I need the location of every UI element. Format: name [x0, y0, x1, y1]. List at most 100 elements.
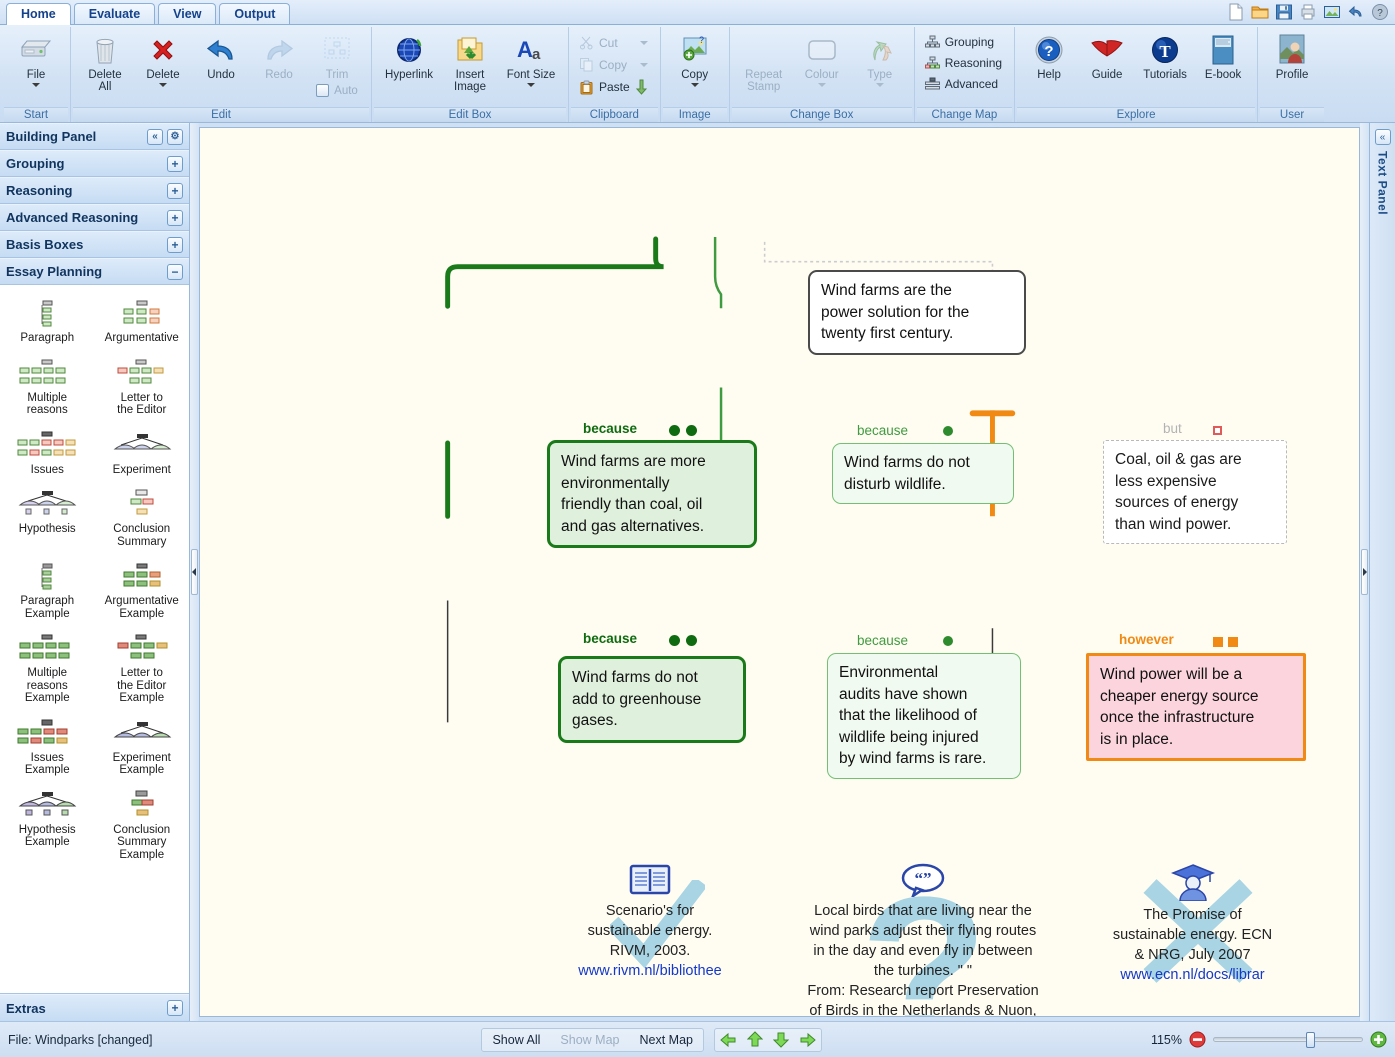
save-icon[interactable] — [1275, 3, 1293, 21]
hyperlink-button[interactable]: Hyperlink — [378, 30, 440, 84]
text-panel-label: Text Panel — [1375, 151, 1390, 216]
tab-output[interactable]: Output — [219, 3, 291, 24]
template-item-letter-editor-template[interactable]: Letter to the Editor — [95, 353, 190, 421]
template-item-label: Conclusion Summary — [113, 523, 171, 548]
advanced-button[interactable]: Advanced — [921, 74, 1008, 94]
help-icon[interactable]: ? — [1371, 3, 1389, 21]
template-item-argumentative-example[interactable]: Argumentative Example — [95, 556, 190, 624]
svg-text:“”: “” — [915, 869, 932, 888]
paste-down-arrow-icon[interactable] — [635, 79, 648, 95]
undo-button[interactable]: Undo — [193, 30, 249, 84]
map-node-objection[interactable]: Wind power will be a cheaper energy sour… — [1086, 653, 1306, 761]
arrow-right-icon[interactable] — [794, 1032, 821, 1048]
file-button-label: File — [26, 69, 46, 81]
citation-node-1[interactable]: Scenario's for sustainable energy. RIVM,… — [560, 863, 740, 981]
map-node-reason3[interactable]: Wind farms do not add to greenhouse gase… — [558, 656, 746, 743]
tutorials-button[interactable]: T Tutorials — [1137, 30, 1193, 84]
right-splitter[interactable] — [1360, 123, 1369, 1021]
arrow-left-icon[interactable] — [715, 1032, 742, 1048]
template-item-paragraph-example[interactable]: Paragraph Example — [0, 556, 95, 624]
citation-node-2[interactable]: “” Local birds that are living near the … — [778, 863, 1068, 1016]
left-splitter[interactable] — [190, 123, 199, 1021]
sidebar-section-reasoning[interactable]: Reasoning + — [0, 177, 189, 204]
sidebar-section-extras-toggle[interactable]: + — [167, 1000, 183, 1016]
left-splitter-handle[interactable] — [191, 549, 198, 595]
template-item-multiple-reasons-example[interactable]: Multiple reasons Example — [0, 628, 95, 709]
template-item-conclusion-summary-example[interactable]: Conclusion Summary Example — [95, 785, 190, 866]
show-all-button[interactable]: Show All — [482, 1029, 550, 1051]
paste-button[interactable]: Paste — [575, 76, 654, 98]
template-item-argumentative-template[interactable]: Argumentative — [95, 293, 190, 349]
next-map-button[interactable]: Next Map — [629, 1029, 703, 1051]
file-caret-icon[interactable] — [32, 83, 40, 87]
template-item-multiple-reasons-template[interactable]: Multiple reasons — [0, 353, 95, 421]
zoom-slider[interactable] — [1212, 1031, 1363, 1048]
map-node-root[interactable]: Wind farms are the power solution for th… — [808, 270, 1026, 355]
sidebar-section-essay-planning[interactable]: Essay Planning − — [0, 258, 189, 285]
template-item-hypothesis-template[interactable]: Hypothesis — [0, 484, 95, 552]
delete-button[interactable]: Delete — [135, 30, 191, 90]
sidebar-section-essay-planning-toggle[interactable]: − — [167, 263, 183, 280]
sidebar-section-basis-boxes-toggle[interactable]: + — [167, 236, 183, 253]
copy-image-button[interactable]: ? Copy — [667, 30, 723, 90]
tab-evaluate[interactable]: Evaluate — [73, 3, 156, 24]
zoom-slider-thumb[interactable] — [1305, 1031, 1315, 1048]
scissors-icon — [580, 36, 593, 50]
template-item-conclusion-summary-template[interactable]: Conclusion Summary — [95, 484, 190, 552]
image-icon[interactable] — [1323, 3, 1341, 21]
sidebar-section-basis-boxes[interactable]: Basis Boxes + — [0, 231, 189, 258]
zoom-out-icon[interactable] — [1189, 1031, 1206, 1048]
new-file-icon[interactable] — [1227, 3, 1245, 21]
text-panel-collapse-icon[interactable]: « — [1374, 129, 1391, 145]
sidebar-section-grouping-toggle[interactable]: + — [167, 155, 183, 172]
insert-image-button[interactable]: Insert Image — [442, 30, 498, 96]
template-item-paragraph-template[interactable]: Paragraph — [0, 293, 95, 349]
sidebar-section-extras[interactable]: Extras + — [0, 994, 189, 1021]
profile-button[interactable]: Profile — [1264, 30, 1320, 84]
citation-link-3[interactable]: www.ecn.nl/docs/librar — [1095, 965, 1290, 985]
template-item-issues-template[interactable]: Issues — [0, 425, 95, 481]
arrow-down-icon[interactable] — [768, 1031, 794, 1048]
double-chevron-left-icon[interactable]: « — [147, 128, 163, 145]
trim-auto-checkbox[interactable] — [316, 84, 330, 97]
template-item-experiment-template[interactable]: Experiment — [95, 425, 190, 481]
ebook-label: E-book — [1204, 69, 1242, 81]
file-button[interactable]: File — [8, 30, 64, 90]
delete-caret-icon[interactable] — [159, 83, 167, 87]
sidebar-section-grouping[interactable]: Grouping + — [0, 150, 189, 177]
map-node-reason4[interactable]: Environmental audits have shown that the… — [827, 653, 1021, 779]
sidebar-section-advanced-reasoning-toggle[interactable]: + — [167, 209, 183, 226]
citation-node-3[interactable]: The Promise of sustainable energy. ECN &… — [1095, 863, 1290, 985]
undo-icon[interactable] — [1347, 3, 1365, 21]
zoom-in-icon[interactable] — [1370, 1031, 1387, 1048]
sidebar-section-advanced-reasoning[interactable]: Advanced Reasoning + — [0, 204, 189, 231]
guide-button[interactable]: Guide — [1079, 30, 1135, 84]
copy-image-caret-icon[interactable] — [690, 83, 699, 87]
template-item-hypothesis-example[interactable]: Hypothesis Example — [0, 785, 95, 866]
ebook-button[interactable]: E-book — [1195, 30, 1251, 84]
help-button[interactable]: ? Help — [1021, 30, 1077, 84]
right-splitter-handle[interactable] — [1361, 549, 1368, 595]
map-node-reason1[interactable]: Wind farms are more environmentally frie… — [547, 440, 757, 548]
font-size-caret-icon[interactable] — [527, 83, 535, 87]
argument-map-canvas[interactable]: Wind farms are the power solution for th… — [199, 127, 1360, 1017]
grouping-button[interactable]: Grouping — [921, 32, 1008, 52]
gear-icon[interactable]: ⚙ — [167, 128, 183, 145]
sidebar-section-reasoning-toggle[interactable]: + — [167, 182, 183, 199]
open-folder-icon[interactable] — [1251, 3, 1269, 21]
template-item-issues-example[interactable]: Issues Example — [0, 713, 95, 781]
connector-label-however: however — [1119, 632, 1174, 647]
map-node-reason2[interactable]: Wind farms do not disturb wildlife. — [832, 443, 1014, 504]
delete-all-button[interactable]: Delete All — [77, 30, 133, 96]
trim-auto-row[interactable]: Auto — [316, 84, 358, 97]
print-icon[interactable] — [1299, 3, 1317, 21]
map-node-ghost-objection[interactable]: Coal, oil & gas are less expensive sourc… — [1103, 440, 1287, 544]
reasoning-button[interactable]: Reasoning — [921, 53, 1008, 73]
citation-link-1[interactable]: www.rivm.nl/bibliothee — [560, 961, 740, 981]
tab-view[interactable]: View — [158, 3, 217, 24]
template-item-experiment-example[interactable]: Experiment Example — [95, 713, 190, 781]
font-size-button[interactable]: A a Font Size — [500, 30, 562, 90]
arrow-up-icon[interactable] — [742, 1031, 768, 1048]
tab-home[interactable]: Home — [6, 3, 71, 25]
template-item-letter-editor-example[interactable]: Letter to the Editor Example — [95, 628, 190, 709]
